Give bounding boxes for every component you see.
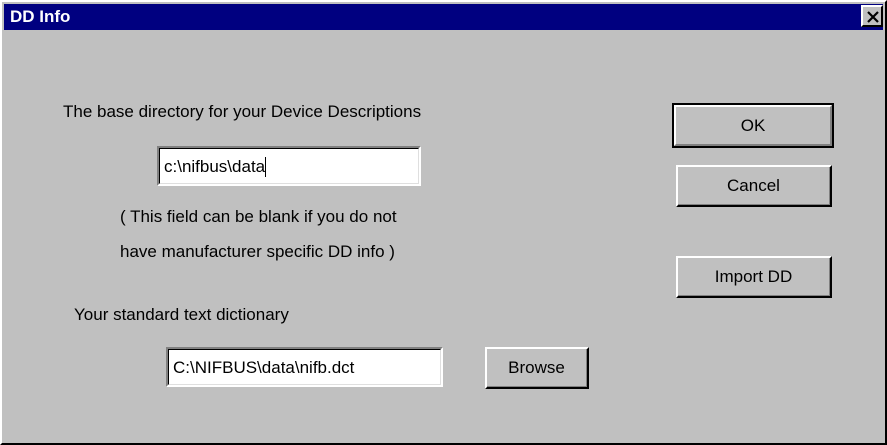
text-caret — [265, 157, 267, 177]
dictionary-value: C:\NIFBUS\data\nifb.dct — [173, 358, 355, 377]
dictionary-label: Your standard text dictionary — [74, 305, 289, 324]
browse-button[interactable]: Browse — [485, 347, 589, 389]
base-directory-value: c:\nifbus\data — [164, 157, 266, 176]
close-icon — [867, 11, 879, 23]
import-dd-button-label: Import DD — [714, 266, 793, 286]
cancel-button-label: Cancel — [727, 175, 780, 195]
base-directory-label: The base directory for your Device Descr… — [63, 102, 422, 121]
dictionary-input[interactable]: C:\NIFBUS\data\nifb.dct — [166, 347, 443, 387]
cancel-button[interactable]: Cancel — [676, 165, 832, 207]
title-bar[interactable]: DD Info — [4, 4, 883, 30]
dd-info-dialog: DD Info The base directory for your Devi… — [0, 0, 887, 445]
close-button[interactable] — [861, 5, 883, 27]
ok-button[interactable]: OK — [672, 103, 834, 148]
base-directory-input[interactable]: c:\nifbus\data — [157, 146, 421, 186]
browse-button-label: Browse — [508, 357, 565, 377]
import-dd-button[interactable]: Import DD — [676, 256, 832, 298]
blank-field-note-line1: ( This field can be blank if you do not — [120, 207, 397, 226]
ok-button-label: OK — [740, 115, 766, 135]
window-title: DD Info — [10, 7, 71, 26]
blank-field-note-line2: have manufacturer specific DD info ) — [120, 242, 395, 261]
